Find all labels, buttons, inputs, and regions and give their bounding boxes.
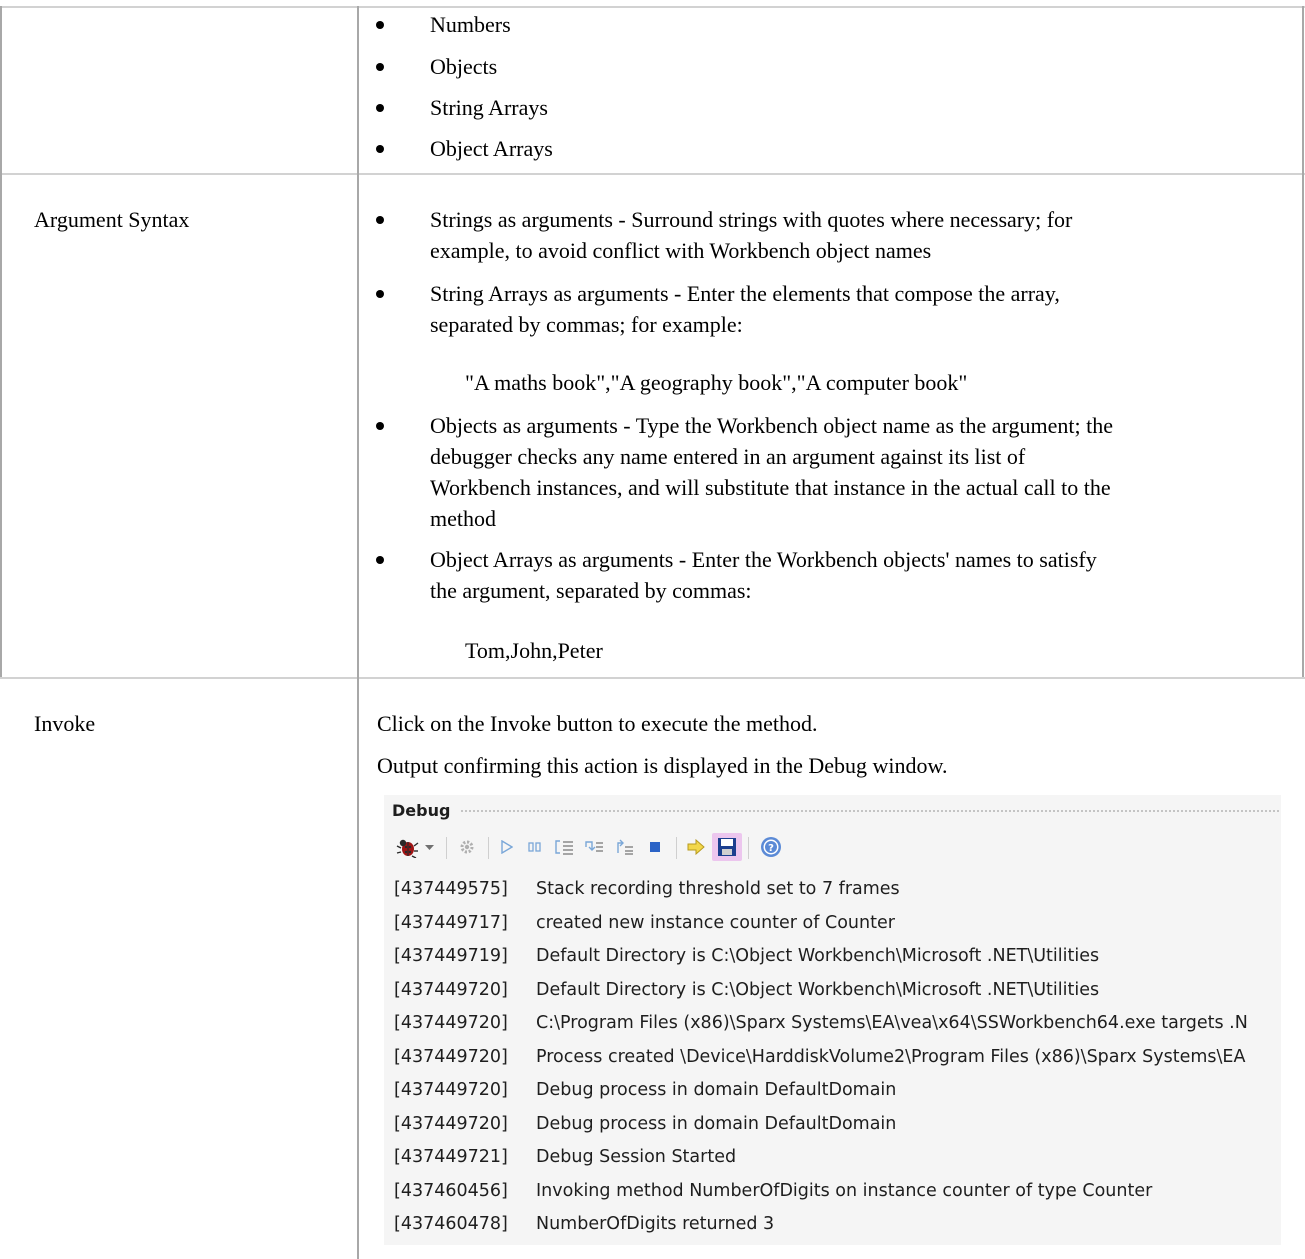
row-label: Argument Syntax	[34, 207, 190, 232]
log-row[interactable]: [437449720] C:\Program Files (x86)\Sparx …	[384, 1007, 1281, 1040]
log-timestamp: [437449575]	[394, 879, 508, 899]
list-item-line: separated by commas; for example:	[430, 312, 743, 337]
bullet-icon	[376, 216, 384, 224]
run-icon[interactable]	[496, 835, 518, 859]
list-item-line: Objects as arguments - Type the Workbenc…	[430, 413, 1113, 438]
debug-window: Debug ? [437449575] Stack recording thre…	[384, 795, 1281, 1245]
log-message: Debug process in domain DefaultDomain	[536, 1113, 897, 1134]
toolbar-separator	[676, 837, 677, 859]
list-item-line: method	[430, 506, 496, 531]
log-timestamp: [437449721]	[394, 1147, 508, 1167]
row-label: Invoke	[34, 711, 96, 736]
log-timestamp: [437449720]	[394, 1013, 508, 1033]
bug-icon[interactable]	[394, 835, 420, 859]
log-row[interactable]: [437460478] NumberOfDigits returned 3	[384, 1208, 1281, 1241]
log-row[interactable]: [437449720] Process created \Device\Hardd…	[384, 1041, 1281, 1074]
list-item-line: Object Arrays as arguments - Enter the W…	[430, 547, 1097, 572]
toolbar-separator	[488, 837, 489, 859]
step-over-icon[interactable]	[582, 835, 606, 859]
log-row[interactable]: [437449720] Default Directory is C:\Objec…	[384, 974, 1281, 1007]
bullet-icon	[376, 63, 384, 71]
list-item-line: debugger checks any name entered in an a…	[430, 444, 1026, 469]
log-message: Default Directory is C:\Object Workbench…	[536, 946, 1100, 966]
step-out-icon[interactable]	[612, 835, 636, 859]
log-timestamp: [437449719]	[394, 946, 508, 966]
help-icon[interactable]: ?	[758, 835, 784, 859]
save-icon[interactable]	[712, 833, 742, 861]
log-message: NumberOfDigits returned 3	[536, 1214, 775, 1234]
log-row[interactable]: [437449719] Default Directory is C:\Objec…	[384, 940, 1281, 973]
example-code: "A maths book","A geography book","A com…	[465, 370, 968, 395]
list-item: String Arrays as arguments - Enter the e…	[430, 281, 1290, 338]
svg-text:?: ?	[768, 843, 774, 854]
list-item-line: the argument, separated by commas:	[430, 578, 752, 603]
log-message: C:\Program Files (x86)\Sparx Systems\EA\…	[536, 1013, 1248, 1033]
debug-window-title: Debug	[392, 801, 451, 820]
example-code: Tom,John,Peter	[465, 638, 603, 663]
toolbar-separator	[446, 837, 447, 859]
log-timestamp: [437460478]	[394, 1214, 508, 1234]
stop-icon[interactable]	[644, 835, 666, 859]
list-item-line: Strings as arguments - Surround strings …	[430, 207, 1073, 232]
step-into-icon[interactable]	[552, 835, 576, 859]
log-row[interactable]: [437449721] Debug Session Started	[384, 1141, 1281, 1174]
paragraph: Output confirming this action is display…	[377, 753, 948, 778]
log-message: created new instance counter of Counter	[536, 912, 895, 933]
bullet-icon	[376, 290, 384, 298]
debug-toolbar: ?	[384, 831, 1281, 865]
log-row[interactable]: [437449717] created new instance counter …	[384, 907, 1281, 940]
log-row[interactable]: [437449575] Stack recording threshold set…	[384, 873, 1281, 906]
pause-icon[interactable]	[524, 835, 546, 859]
log-timestamp: [437449717]	[394, 912, 508, 933]
list-item: Object Arrays	[430, 136, 553, 161]
list-item: Numbers	[430, 12, 511, 37]
bullet-icon	[376, 422, 384, 430]
log-message: Debug Session Started	[536, 1147, 737, 1167]
settings-gear-icon[interactable]	[456, 835, 478, 859]
log-timestamp: [437449720]	[394, 1080, 508, 1100]
list-item: Objects	[430, 54, 498, 79]
table-right-border	[1302, 6, 1304, 677]
paragraph: Click on the Invoke button to execute th…	[377, 711, 818, 736]
log-row[interactable]: [437449720] Debug process in domain Defau…	[384, 1074, 1281, 1107]
log-message: Process created \Device\HarddiskVolume2\…	[536, 1046, 1246, 1067]
bullet-icon	[376, 145, 384, 153]
table-column-divider	[357, 6, 359, 1259]
log-timestamp: [437449720]	[394, 1113, 508, 1134]
log-row[interactable]: [437460456] Invoking method NumberOfDigit…	[384, 1175, 1281, 1208]
list-item-line: example, to avoid conflict with Workbenc…	[430, 238, 932, 263]
list-item: Object Arrays as arguments - Enter the W…	[430, 547, 1290, 604]
log-message: Default Directory is C:\Object Workbench…	[536, 979, 1100, 1000]
table-row-divider	[0, 173, 1305, 175]
log-timestamp: [437449720]	[394, 1046, 508, 1067]
list-item-line: String Arrays as arguments - Enter the e…	[430, 281, 1060, 306]
title-bar-grip[interactable]	[460, 809, 1281, 814]
log-timestamp: [437460456]	[394, 1180, 508, 1201]
toolbar-separator	[748, 837, 749, 859]
dropdown-arrow-icon[interactable]	[422, 835, 436, 859]
list-item: Objects as arguments - Type the Workbenc…	[430, 413, 1290, 532]
list-item-line: Workbench instances, and will substitute…	[430, 475, 1111, 500]
log-row[interactable]: [437449720] Debug process in domain Defau…	[384, 1108, 1281, 1141]
table-row-divider	[0, 677, 1305, 679]
log-message: Stack recording threshold set to 7 frame…	[536, 879, 900, 899]
bullet-icon	[376, 21, 384, 29]
arrow-right-icon[interactable]	[684, 835, 708, 859]
list-item: Strings as arguments - Surround strings …	[430, 207, 1290, 264]
bullet-icon	[376, 556, 384, 564]
log-timestamp: [437449720]	[394, 979, 508, 1000]
log-message: Invoking method NumberOfDigits on instan…	[536, 1180, 1153, 1201]
table-left-border	[0, 6, 2, 677]
bullet-icon	[376, 104, 384, 112]
list-item: String Arrays	[430, 95, 548, 120]
table-border-top	[0, 6, 1305, 8]
log-message: Debug process in domain DefaultDomain	[536, 1080, 897, 1100]
